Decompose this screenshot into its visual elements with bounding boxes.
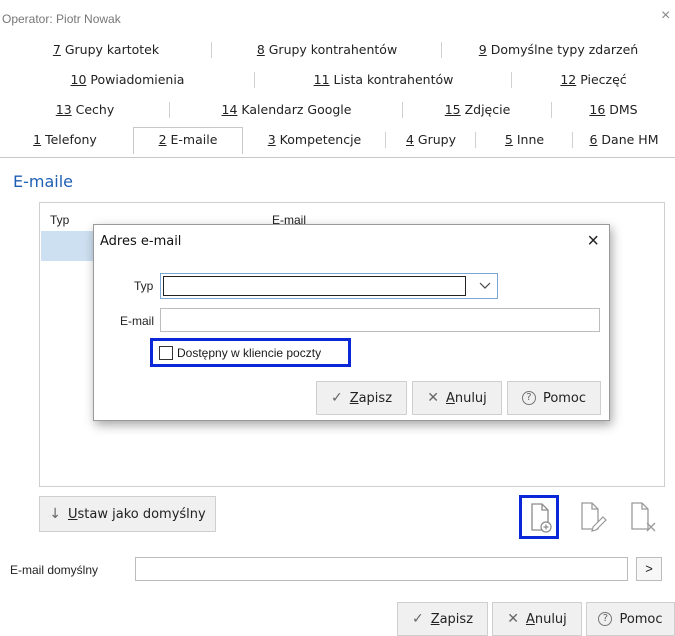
save-label: Zapisz bbox=[430, 611, 474, 627]
window-close-icon[interactable]: × bbox=[661, 8, 675, 24]
tab-row-2: 10 Powiadomienia 11 Lista kontrahentów 1… bbox=[0, 68, 675, 92]
tab-kompetencje[interactable]: 3 Kompetencje bbox=[243, 128, 386, 152]
tab-grupy[interactable]: 4 Grupy bbox=[386, 128, 476, 152]
title-bar: Operator: Piotr Nowak × bbox=[0, 0, 675, 40]
dialog-email-label: E-mail bbox=[120, 314, 155, 328]
operator-window: Operator: Piotr Nowak × 7 Grupy kartotek… bbox=[0, 0, 675, 636]
dialog-mail-client-checkbox[interactable]: Dostępny w kliencie poczty bbox=[150, 338, 351, 367]
tab-cechy[interactable]: 13 Cechy bbox=[0, 98, 170, 122]
tab-grupy-kartotek[interactable]: 7 Grupy kartotek bbox=[0, 38, 212, 62]
set-default-button[interactable]: ↓ Ustaw jako domyślny bbox=[39, 496, 216, 532]
dialog-help-button[interactable]: ? Pomoc bbox=[507, 381, 601, 415]
chevron-down-icon[interactable] bbox=[479, 278, 491, 295]
default-email-label: E-mail domyślny bbox=[10, 563, 99, 577]
dialog-type-value bbox=[163, 276, 466, 296]
add-email-button[interactable] bbox=[519, 495, 559, 539]
tab-e-maile[interactable]: 2 E-maile bbox=[133, 127, 243, 154]
cancel-button[interactable]: ✕ Anuluj bbox=[492, 602, 582, 636]
tab-powiadomienia[interactable]: 10 Powiadomienia bbox=[0, 68, 255, 92]
help-label: Pomoc bbox=[619, 611, 663, 627]
save-button[interactable]: ✓ Zapisz bbox=[397, 602, 488, 636]
tab-pieczec[interactable]: 12 Pieczęć bbox=[512, 68, 675, 92]
help-button[interactable]: ? Pomoc bbox=[586, 602, 675, 636]
set-default-label: Ustaw jako domyślny bbox=[68, 506, 206, 522]
dialog-title: Adres e-mail bbox=[100, 234, 182, 249]
dialog-help-label: Pomoc bbox=[542, 390, 587, 406]
checkbox-box[interactable] bbox=[159, 345, 173, 360]
dialog-save-button[interactable]: ✓ Zapisz bbox=[316, 381, 407, 415]
dialog-email-field[interactable] bbox=[160, 308, 600, 332]
dialog-type-select[interactable] bbox=[160, 273, 498, 299]
edit-email-button[interactable] bbox=[575, 497, 615, 541]
check-icon: ✓ bbox=[330, 390, 343, 406]
email-address-dialog: Adres e-mail × Typ E-mail Dostępny w kli… bbox=[93, 224, 610, 421]
list-item[interactable] bbox=[41, 231, 101, 261]
column-header-typ[interactable]: Typ bbox=[50, 213, 69, 227]
check-icon: ✓ bbox=[411, 611, 424, 627]
section-title: E-maile bbox=[13, 172, 74, 191]
arrow-down-icon: ↓ bbox=[49, 506, 61, 522]
dialog-cancel-label: Anuluj bbox=[445, 390, 487, 406]
x-icon: ✕ bbox=[507, 611, 519, 627]
tab-telefony[interactable]: 1 Telefony bbox=[0, 128, 130, 152]
help-icon: ? bbox=[521, 391, 536, 405]
add-document-icon bbox=[531, 503, 552, 533]
tab-kalendarz-google[interactable]: 14 Kalendarz Google bbox=[170, 98, 403, 122]
tab-row-1: 7 Grupy kartotek 8 Grupy kontrahentów 9 … bbox=[0, 38, 675, 62]
tab-domyslne-typy-zdarzen[interactable]: 9 Domyślne typy zdarzeń bbox=[442, 38, 675, 62]
dialog-type-label: Typ bbox=[134, 279, 154, 293]
default-email-field[interactable] bbox=[135, 557, 628, 581]
x-icon: ✕ bbox=[427, 390, 439, 406]
tab-zdjecie[interactable]: 15 Zdjęcie bbox=[403, 98, 552, 122]
dialog-cancel-button[interactable]: ✕ Anuluj bbox=[412, 381, 502, 415]
tab-row-4: 1 Telefony 2 E-maile 3 Kompetencje 4 Gru… bbox=[0, 127, 675, 154]
tab-strip-divider bbox=[0, 157, 675, 158]
tab-row-3: 13 Cechy 14 Kalendarz Google 15 Zdjęcie … bbox=[0, 98, 675, 122]
dialog-save-label: Zapisz bbox=[349, 390, 393, 406]
dialog-checkbox-label: Dostępny w kliencie poczty bbox=[177, 345, 322, 360]
delete-email-button[interactable] bbox=[627, 497, 667, 541]
edit-document-icon bbox=[581, 502, 607, 532]
default-email-browse-button[interactable]: > bbox=[636, 557, 662, 581]
window-title: Operator: Piotr Nowak bbox=[2, 12, 121, 26]
cancel-label: Anuluj bbox=[525, 611, 567, 627]
help-icon: ? bbox=[598, 612, 613, 626]
dialog-close-icon[interactable]: × bbox=[587, 229, 599, 253]
tab-dane-hm[interactable]: 6 Dane HM bbox=[573, 128, 675, 152]
tab-lista-kontrahentow[interactable]: 11 Lista kontrahentów bbox=[255, 68, 512, 92]
tab-inne[interactable]: 5 Inne bbox=[476, 128, 573, 152]
tab-grupy-kontrahentow[interactable]: 8 Grupy kontrahentów bbox=[212, 38, 442, 62]
delete-document-icon bbox=[631, 502, 656, 532]
tab-dms[interactable]: 16 DMS bbox=[552, 98, 675, 122]
